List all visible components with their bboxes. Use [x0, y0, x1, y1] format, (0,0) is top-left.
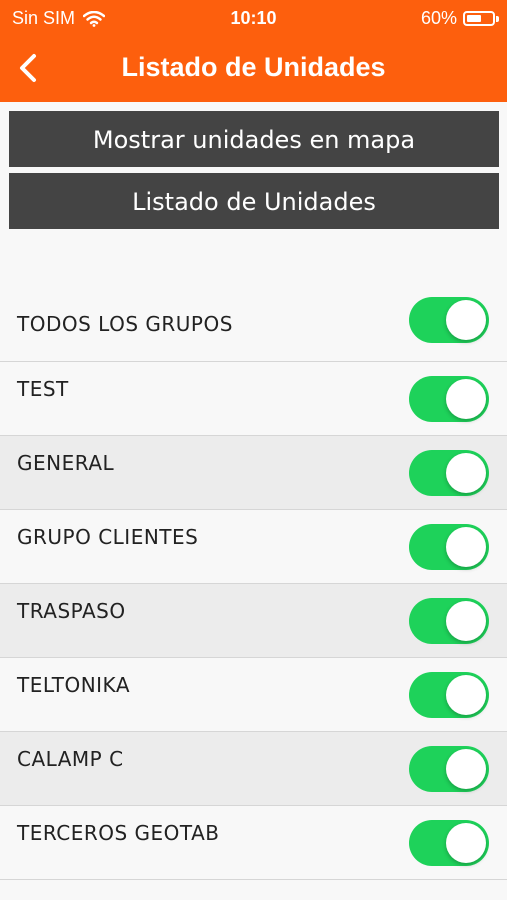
show-map-button[interactable]: Mostrar unidades en mapa: [9, 111, 499, 167]
group-toggle[interactable]: [409, 820, 489, 866]
group-toggle[interactable]: [409, 297, 489, 343]
status-right: 60%: [420, 8, 499, 29]
group-label: TEST: [17, 377, 69, 401]
group-row: GRUPO CLIENTES: [0, 510, 507, 584]
toggle-knob: [446, 300, 486, 340]
toggle-knob: [446, 749, 486, 789]
group-toggle[interactable]: [409, 598, 489, 644]
list-units-button[interactable]: Listado de Unidades: [9, 173, 499, 229]
toggle-knob: [446, 601, 486, 641]
group-toggle[interactable]: [409, 450, 489, 496]
battery-icon: [463, 11, 499, 26]
toggle-knob: [446, 823, 486, 863]
group-label: GENERAL: [17, 451, 115, 475]
group-toggle[interactable]: [409, 376, 489, 422]
group-list: TODOS LOS GRUPOS TEST GENERAL GRUPO CLIENTE…: [0, 285, 507, 880]
battery-percent: 60%: [420, 8, 457, 28]
battery-fill: [467, 15, 481, 22]
group-toggle[interactable]: [409, 524, 489, 570]
group-row: TEST: [0, 362, 507, 436]
group-label: CALAMP C: [17, 747, 124, 771]
app-header: Sin SIM 10:10 60% Listado de Unidades: [0, 0, 507, 102]
group-row: TODOS LOS GRUPOS: [0, 285, 507, 362]
group-toggle[interactable]: [409, 672, 489, 718]
group-label: TELTONIKA: [17, 673, 131, 697]
nav-bar: Listado de Unidades: [0, 40, 507, 98]
toggle-knob: [446, 453, 486, 493]
group-label: TERCEROS GEOTAB: [17, 821, 220, 845]
group-row: CALAMP C: [0, 732, 507, 806]
group-label: TODOS LOS GRUPOS: [17, 312, 233, 336]
toggle-knob: [446, 675, 486, 715]
toggle-knob: [446, 379, 486, 419]
group-label: GRUPO CLIENTES: [17, 525, 199, 549]
group-toggle[interactable]: [409, 746, 489, 792]
group-row: TELTONIKA: [0, 658, 507, 732]
group-label: TRASPASO: [17, 599, 126, 623]
toggle-knob: [446, 527, 486, 567]
status-bar: Sin SIM 10:10 60%: [0, 0, 507, 36]
page-title: Listado de Unidades: [121, 52, 386, 82]
group-row: GENERAL: [0, 436, 507, 510]
battery-tip: [496, 16, 499, 22]
group-row: TERCEROS GEOTAB: [0, 806, 507, 880]
group-row: TRASPASO: [0, 584, 507, 658]
